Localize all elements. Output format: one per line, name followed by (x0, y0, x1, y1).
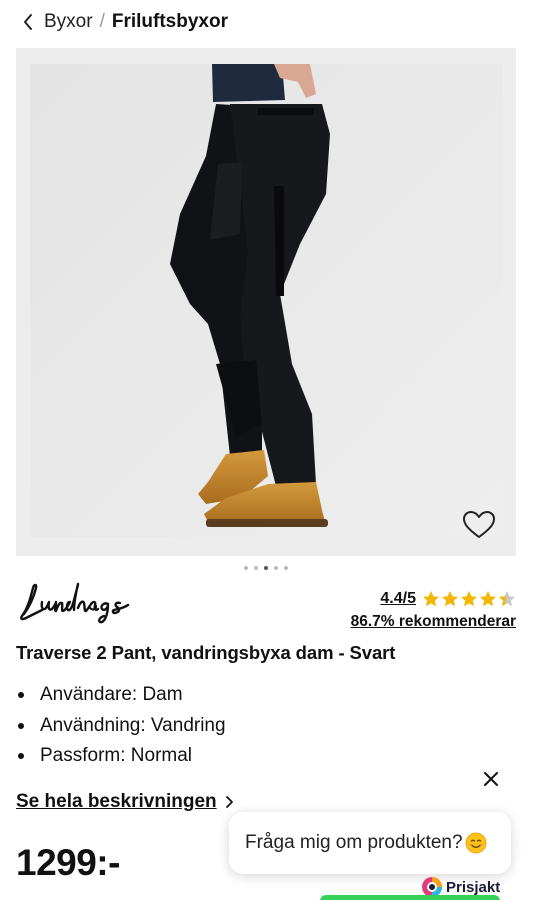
star-rating (422, 590, 516, 608)
star-icon (499, 591, 515, 607)
gallery-dot[interactable] (244, 566, 248, 570)
prisjakt-label: Prisjakt (446, 878, 501, 896)
add-to-cart-button[interactable] (320, 895, 500, 900)
bullet-icon (18, 722, 24, 729)
star-icon (442, 591, 458, 607)
spec-text: Passform: Normal (40, 745, 193, 767)
product-title: Traverse 2 Pant, vandringsbyxa dam - Sva… (16, 642, 396, 663)
chat-prompt-text: Fråga mig om produkten? (245, 832, 463, 853)
chat-prompt-button[interactable]: Fråga mig om produkten? (229, 812, 511, 874)
recommend-rate[interactable]: 86.7% rekommenderar (351, 613, 516, 631)
product-specs: Användare: Dam Användning: Vandring Pass… (18, 680, 226, 772)
star-icon (423, 591, 439, 607)
breadcrumb-separator: / (99, 11, 105, 32)
rating-summary[interactable]: 4.4/5 86.7% rekommenderar (351, 588, 516, 631)
gallery-dot[interactable] (254, 566, 258, 570)
spec-item: Användare: Dam (18, 680, 226, 711)
heart-outline-icon[interactable] (462, 510, 496, 540)
bullet-icon (18, 692, 24, 699)
bullet-icon (18, 753, 24, 760)
gallery-dot[interactable] (264, 566, 268, 570)
close-icon[interactable] (480, 768, 502, 790)
breadcrumb-parent-link[interactable]: Byxor (44, 11, 93, 33)
star-icon (480, 591, 496, 607)
breadcrumb: Byxor / Friluftsbyxor (22, 8, 228, 36)
rating-score[interactable]: 4.4/5 (380, 590, 416, 608)
full-description-label: Se hela beskrivningen (16, 791, 217, 812)
gallery-dot[interactable] (284, 566, 288, 570)
product-image[interactable] (30, 64, 503, 537)
chevron-left-icon[interactable] (22, 12, 38, 32)
spec-item: Användning: Vandring (18, 711, 226, 742)
breadcrumb-current: Friluftsbyxor (111, 11, 228, 32)
spec-item: Passform: Normal (18, 741, 226, 772)
smiling-face-icon (465, 832, 487, 854)
gallery-pagination[interactable] (16, 566, 516, 570)
spec-text: Användning: Vandring (40, 714, 226, 736)
gallery-dot[interactable] (274, 566, 278, 570)
product-price: 1299:- (16, 842, 120, 883)
product-gallery[interactable] (16, 48, 516, 570)
brand-logo[interactable] (16, 578, 134, 626)
spec-text: Användare: Dam (40, 684, 183, 706)
full-description-link[interactable]: Se hela beskrivningen (16, 791, 234, 813)
chevron-right-icon (225, 795, 234, 809)
star-icon (461, 591, 477, 607)
